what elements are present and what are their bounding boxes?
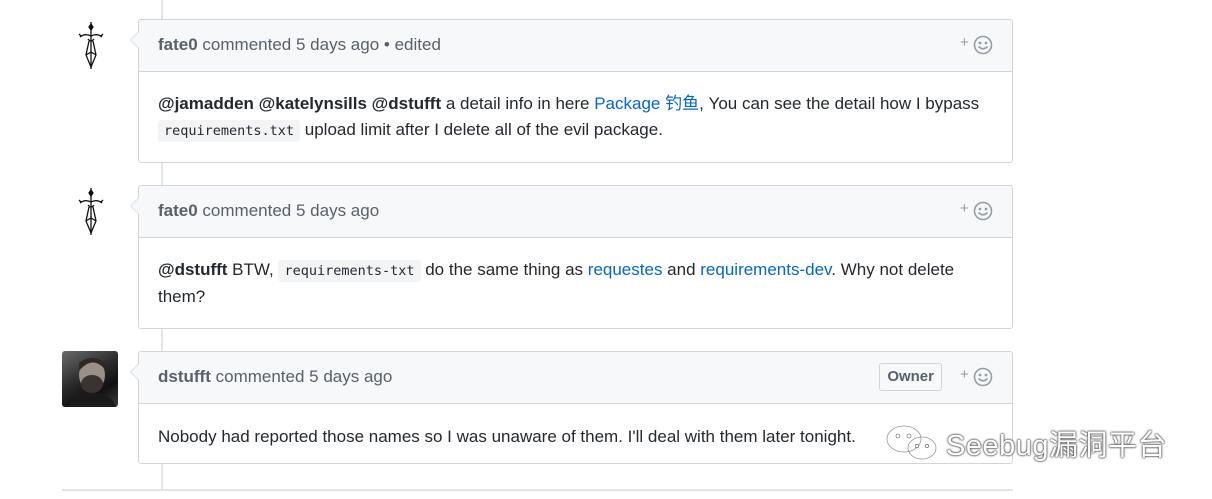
ornate-sword-icon <box>78 22 104 69</box>
comment-header: dstufft commented 5 days ago Owner + <box>139 352 1012 404</box>
add-reaction-button[interactable]: + <box>958 34 994 56</box>
comment-body: @dstufft BTW, requirements-txt do the sa… <box>158 260 955 306</box>
smiley-icon <box>973 35 993 55</box>
avatar[interactable] <box>62 19 118 75</box>
comment-header: fate0 commented 5 days ago • edited + <box>139 20 1012 72</box>
package-link[interactable]: requirements-dev <box>700 260 831 279</box>
watermark-text: Seebug漏洞平台 <box>946 430 1167 462</box>
user-mention[interactable]: @dstufft <box>158 260 227 279</box>
user-mention[interactable]: @jamadden <box>158 94 254 113</box>
inline-code: requirements-txt <box>278 260 421 282</box>
wechat-icon <box>885 424 938 463</box>
package-link[interactable]: requestes <box>588 260 663 279</box>
package-link[interactable]: Package 钓鱼 <box>594 94 699 113</box>
comment-timestamp[interactable]: 5 days ago <box>296 201 379 220</box>
add-reaction-button[interactable]: + <box>958 366 994 388</box>
comment-timestamp[interactable]: 5 days ago <box>309 367 392 386</box>
timeline-divider <box>62 489 1013 491</box>
ornate-sword-icon <box>78 188 104 235</box>
issue-timeline: fate0 commented 5 days ago • edited + @j… <box>0 0 1212 499</box>
comment-box: dstufft commented 5 days ago Owner + Nob… <box>130 351 1013 464</box>
smiley-icon <box>973 201 993 221</box>
comment-author[interactable]: fate0 <box>158 201 198 220</box>
comment-body: Nobody had reported those names so I was… <box>158 427 856 446</box>
comment-timestamp[interactable]: 5 days ago <box>296 35 379 54</box>
comment-box: fate0 commented 5 days ago • edited + @j… <box>130 19 1013 163</box>
inline-code: requirements.txt <box>158 120 301 142</box>
user-photo <box>68 358 116 407</box>
comment-author[interactable]: dstufft <box>158 367 211 386</box>
smiley-icon <box>973 367 993 387</box>
comment-author[interactable]: fate0 <box>158 35 198 54</box>
comment-body: @jamadden @katelynsills @dstufft a detai… <box>139 72 1012 162</box>
avatar[interactable] <box>62 351 118 407</box>
watermark: Seebug漏洞平台 <box>884 418 1167 468</box>
avatar[interactable] <box>62 185 118 241</box>
user-mention[interactable]: @katelynsills <box>259 94 367 113</box>
edited-indicator[interactable]: • edited <box>384 35 441 54</box>
comment-action: commented <box>202 35 292 54</box>
comment-action: commented <box>215 367 305 386</box>
owner-badge: Owner <box>879 363 942 391</box>
comment-box: fate0 commented 5 days ago + @dstufft BT… <box>130 185 1013 329</box>
comment-action: commented <box>202 201 292 220</box>
comment-header: fate0 commented 5 days ago + <box>139 186 1012 238</box>
user-mention[interactable]: @dstufft <box>372 94 441 113</box>
add-reaction-button[interactable]: + <box>958 200 994 222</box>
